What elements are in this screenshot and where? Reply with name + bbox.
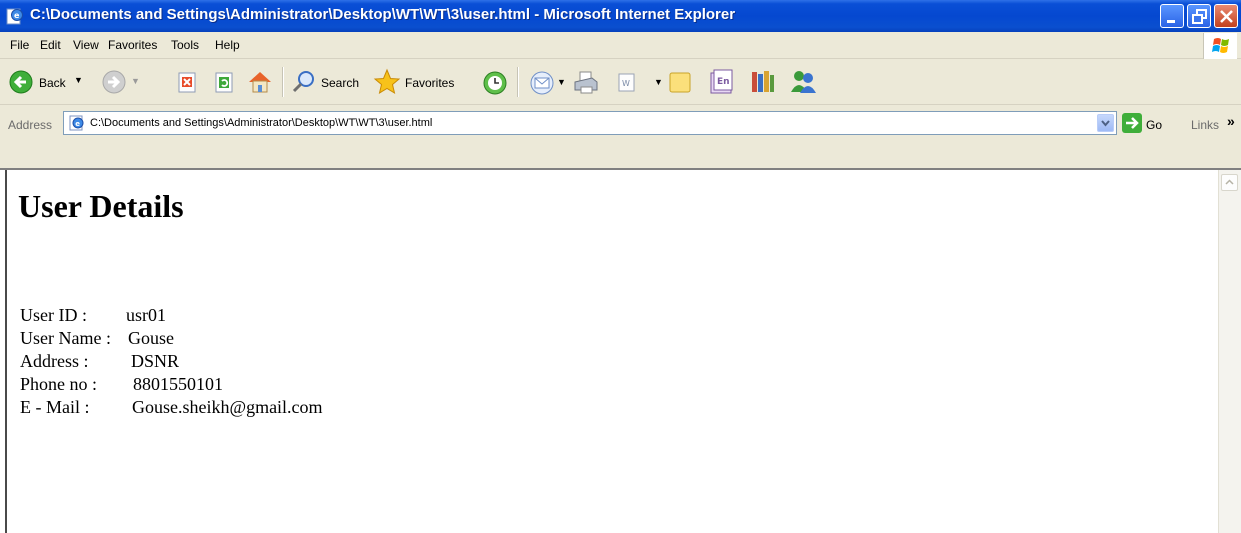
page-heading: User Details [18,188,184,224]
back-label: Back [39,76,66,90]
back-arrow-icon [9,70,33,94]
minimize-icon [1167,20,1175,23]
home-icon[interactable] [246,69,274,95]
address-label: Address [8,118,53,132]
menu-help[interactable]: Help [215,38,240,52]
field-label: User Name : [20,328,111,348]
favorites-label: Favorites [405,76,455,90]
svg-text:e: e [14,11,20,20]
chevron-down-icon [1101,120,1110,127]
field-label: Address : [20,351,89,371]
field-value: DSNR [131,351,180,371]
address-dropdown-button[interactable] [1097,114,1114,132]
refresh-icon[interactable] [214,72,236,94]
field-value: usr01 [126,305,166,325]
email-row: E - Mail : Gouse.sheikh@gmail.com [20,397,323,418]
ie-page-icon: e [6,8,23,25]
window-title-bar[interactable]: e C:\Documents and Settings\Administrato… [0,0,1241,32]
print-icon[interactable] [572,69,600,97]
mail-icon[interactable] [529,70,555,96]
svg-text:W: W [622,79,630,88]
menu-favorites[interactable]: Favorites [108,38,157,52]
user-name-row: User Name : Gouse [20,328,174,349]
menu-tools[interactable]: Tools [171,38,199,52]
discuss-icon[interactable] [668,71,694,95]
phone-row: Phone no : 8801550101 [20,374,223,395]
toolbar-separator [517,67,519,97]
go-arrow-icon[interactable] [1122,113,1142,133]
go-button[interactable]: Go [1146,118,1162,132]
svg-text:En: En [717,77,730,87]
vertical-scrollbar[interactable] [1218,170,1241,533]
minimize-button[interactable] [1160,4,1184,28]
menu-edit[interactable]: Edit [40,38,61,52]
close-icon [1220,10,1233,23]
favorites-button[interactable]: Favorites [373,67,473,97]
field-label: User ID : [20,305,87,325]
scroll-up-button[interactable] [1221,174,1238,191]
bookshelf-icon[interactable] [749,68,777,96]
restore-icon [1192,9,1207,24]
address-value: C:\Documents and Settings\Administrator\… [90,117,433,129]
window-title: C:\Documents and Settings\Administrator\… [30,6,736,23]
standard-toolbar: Back ▼ ▼ Search Favorites ▼ W ▼ En [0,59,1241,105]
viewport-left-edge [5,170,7,533]
messenger-icon[interactable] [788,68,818,96]
history-icon[interactable] [481,69,509,97]
page-viewport [0,170,1241,533]
field-value: 8801550101 [133,374,223,394]
research-icon[interactable]: En [708,68,736,96]
toolbar-separator [282,67,284,97]
field-label: Phone no : [20,374,98,394]
field-value: Gouse.sheikh@gmail.com [132,397,323,417]
menu-view[interactable]: View [73,38,99,52]
menu-bar: File Edit View Favorites Tools Help [0,32,1241,59]
restore-button[interactable] [1187,4,1211,28]
address-row: Address : DSNR [20,351,179,372]
search-icon [292,71,314,93]
forward-arrow-icon[interactable] [101,69,127,95]
edit-icon[interactable]: W [616,72,638,94]
address-input[interactable]: e C:\Documents and Settings\Administrato… [63,111,1117,135]
chevron-up-icon [1225,179,1234,185]
field-label: E - Mail : [20,397,90,417]
search-button[interactable]: Search [291,67,369,97]
links-button[interactable]: Links [1191,118,1219,132]
forward-dropdown-icon[interactable]: ▼ [131,76,140,86]
close-button[interactable] [1214,4,1238,28]
field-value: Gouse [128,328,174,348]
more-chevron-icon[interactable]: » [1227,113,1235,129]
search-label: Search [321,76,360,90]
favorites-star-icon [373,68,401,95]
menu-file[interactable]: File [10,38,29,52]
mail-dropdown-icon[interactable]: ▼ [557,77,566,87]
svg-text:e: e [75,120,80,128]
windows-logo-icon [1203,33,1237,59]
edit-dropdown-icon[interactable]: ▼ [654,77,663,87]
stop-icon[interactable] [177,72,199,94]
back-button[interactable]: Back ▼ [8,67,88,97]
chevron-down-icon[interactable]: ▼ [74,75,83,85]
user-id-row: User ID : usr01 [20,305,166,326]
page-icon: e [69,115,84,131]
address-bar: Address e C:\Documents and Settings\Admi… [0,105,1241,170]
